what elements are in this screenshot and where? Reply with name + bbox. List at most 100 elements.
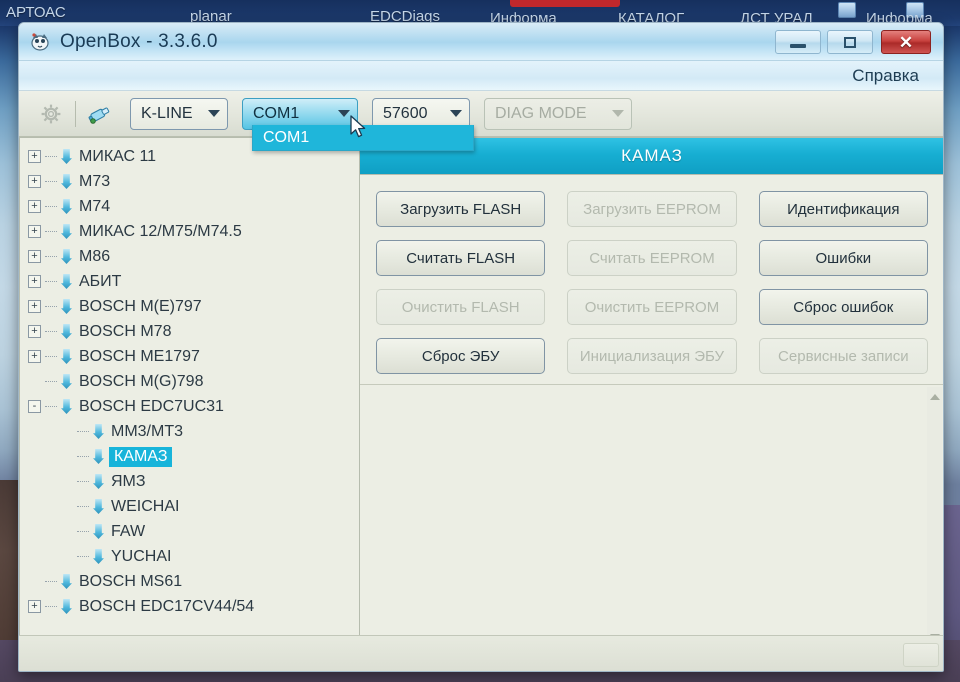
expand-icon[interactable]: + [28, 275, 41, 288]
minimize-icon [790, 44, 806, 48]
close-icon: ✕ [898, 32, 914, 52]
ecu-node-icon [61, 399, 72, 414]
ecu-node-icon [61, 274, 72, 289]
tree-item-label: M73 [79, 172, 111, 190]
tree-item-faw[interactable]: FAW [20, 519, 359, 544]
tree-item-label: BOSCH EDC17CV44/54 [79, 597, 255, 615]
ecu-node-icon [61, 249, 72, 264]
ecu-node-icon [93, 549, 104, 564]
tree-item-ямз[interactable]: ЯМЗ [20, 469, 359, 494]
action-button-ошибки[interactable]: Ошибки [758, 240, 928, 276]
action-button-сброс-эбу[interactable]: Сброс ЭБУ [376, 338, 546, 374]
maximize-button[interactable] [827, 30, 873, 54]
action-button-загрузить-flash[interactable]: Загрузить FLASH [376, 191, 546, 227]
tree-item-m73[interactable]: + M73 [20, 169, 359, 194]
openbox-window: OpenBox - 3.3.6.0 ✕ Справка K-LINE COM1 … [18, 22, 944, 672]
tree-connector-line [45, 306, 57, 307]
toolbar-separator [75, 100, 76, 127]
chevron-down-icon [450, 110, 462, 117]
scroll-up-icon[interactable] [929, 391, 940, 402]
tree-item-камаз[interactable]: КАМАЗ [20, 444, 359, 469]
resize-grip[interactable] [903, 643, 939, 667]
menu-item-help[interactable]: Справка [846, 64, 925, 88]
settings-button[interactable] [31, 97, 71, 131]
tree-connector-line [77, 506, 89, 507]
gear-icon [41, 104, 61, 123]
panel-title: КАМАЗ [621, 146, 683, 165]
tree-connector-line [77, 456, 89, 457]
ecu-node-icon [93, 449, 104, 464]
tree-item-label: BOSCH ME1797 [79, 347, 200, 365]
protocol-select[interactable]: K-LINE [130, 97, 228, 130]
tree-item-bosch-edc7uc31[interactable]: - BOSCH EDC7UC31 [20, 394, 359, 419]
maximize-icon [844, 36, 856, 48]
tree-item-bosch-m78[interactable]: + BOSCH M78 [20, 319, 359, 344]
expand-icon[interactable]: + [28, 175, 41, 188]
ecu-node-icon [61, 224, 72, 239]
tree-item-bosch-me1797[interactable]: + BOSCH ME1797 [20, 344, 359, 369]
tree-item-bosch-edc17cv44-54[interactable]: + BOSCH EDC17CV44/54 [20, 594, 359, 619]
tree-item-label: M86 [79, 247, 111, 265]
tree-item-label: BOSCH M78 [79, 322, 172, 340]
baudrate-value: 57600 [383, 104, 428, 122]
expand-icon[interactable]: + [28, 200, 41, 213]
desktop-red-banner [510, 0, 620, 7]
tree-item-label: АБИТ [79, 272, 122, 290]
action-button-grid: Загрузить FLASH Загрузить EEPROM Идентифик… [360, 175, 943, 385]
tree-item-weichai[interactable]: WEICHAI [20, 494, 359, 519]
tree-item-yuchai[interactable]: YUCHAI [20, 544, 359, 569]
tree-item-label: ЯМЗ [111, 472, 146, 490]
action-button-очистить-flash: Очистить FLASH [376, 289, 546, 325]
tree-item-label: FAW [111, 522, 146, 540]
ecu-node-icon [61, 599, 72, 614]
chevron-down-icon [612, 110, 624, 117]
tree-item-bosch-ms61[interactable]: BOSCH MS61 [20, 569, 359, 594]
content-scrollbar[interactable] [927, 387, 942, 646]
window-title: OpenBox - 3.3.6.0 [60, 30, 218, 52]
ecu-node-icon [61, 324, 72, 339]
action-button-сброс-ошибок[interactable]: Сброс ошибок [758, 289, 928, 325]
desktop-shortcut-icon[interactable] [838, 2, 856, 18]
expand-icon[interactable]: + [28, 325, 41, 338]
ecu-node-icon [93, 524, 104, 539]
tree-item-label: BOSCH M(G)798 [79, 372, 204, 390]
ecu-tree-panel[interactable]: + МИКАС 11 + M73 + M74 + МИКАС 12/M75/M74.5 + M86… [19, 137, 359, 649]
action-button-инициализация-эбу: Инициализация ЭБУ [567, 338, 737, 374]
ecu-node-icon [61, 374, 72, 389]
tree-item-bosch-m-g-798[interactable]: BOSCH M(G)798 [20, 369, 359, 394]
tree-item-микас-12-m75-m74-5[interactable]: + МИКАС 12/M75/M74.5 [20, 219, 359, 244]
tree-item-label: M74 [79, 197, 111, 215]
connect-device-button[interactable] [80, 97, 120, 131]
tree-item-m74[interactable]: + M74 [20, 194, 359, 219]
expand-icon[interactable]: + [28, 150, 41, 163]
tree-connector-line [45, 356, 57, 357]
window-titlebar[interactable]: OpenBox - 3.3.6.0 ✕ [19, 23, 943, 61]
expand-icon[interactable]: + [28, 250, 41, 263]
tree-item-label: YUCHAI [111, 547, 172, 565]
tree-item-абит[interactable]: + АБИТ [20, 269, 359, 294]
expand-icon[interactable]: + [28, 225, 41, 238]
close-button[interactable]: ✕ [881, 30, 931, 54]
action-button-считать-flash[interactable]: Считать FLASH [376, 240, 546, 276]
tree-connector-line [77, 481, 89, 482]
tree-item-label: BOSCH M(E)797 [79, 297, 202, 315]
minimize-button[interactable] [775, 30, 821, 54]
action-button-идентификация[interactable]: Идентификация [758, 191, 928, 227]
tree-connector-line [45, 281, 57, 282]
expand-icon[interactable]: + [28, 600, 41, 613]
tree-item-mm3-mt3[interactable]: MM3/MT3 [20, 419, 359, 444]
action-button-загрузить-eeprom: Загрузить EEPROM [567, 191, 737, 227]
tree-item-bosch-m-e-797[interactable]: + BOSCH M(E)797 [20, 294, 359, 319]
port-option-com1[interactable]: COM1 [263, 129, 309, 147]
tree-item-m86[interactable]: + M86 [20, 244, 359, 269]
expand-icon[interactable]: + [28, 350, 41, 363]
expand-icon[interactable]: + [28, 300, 41, 313]
collapse-icon[interactable]: - [28, 400, 41, 413]
tree-item-label: BOSCH MS61 [79, 572, 183, 590]
menu-bar: Справка [19, 61, 943, 91]
log-content-area [360, 385, 943, 648]
operations-panel: КАМАЗ Загрузить FLASH Загрузить EEPROM Иде… [359, 137, 943, 649]
desktop-label-0: АРТОАС [6, 4, 66, 21]
